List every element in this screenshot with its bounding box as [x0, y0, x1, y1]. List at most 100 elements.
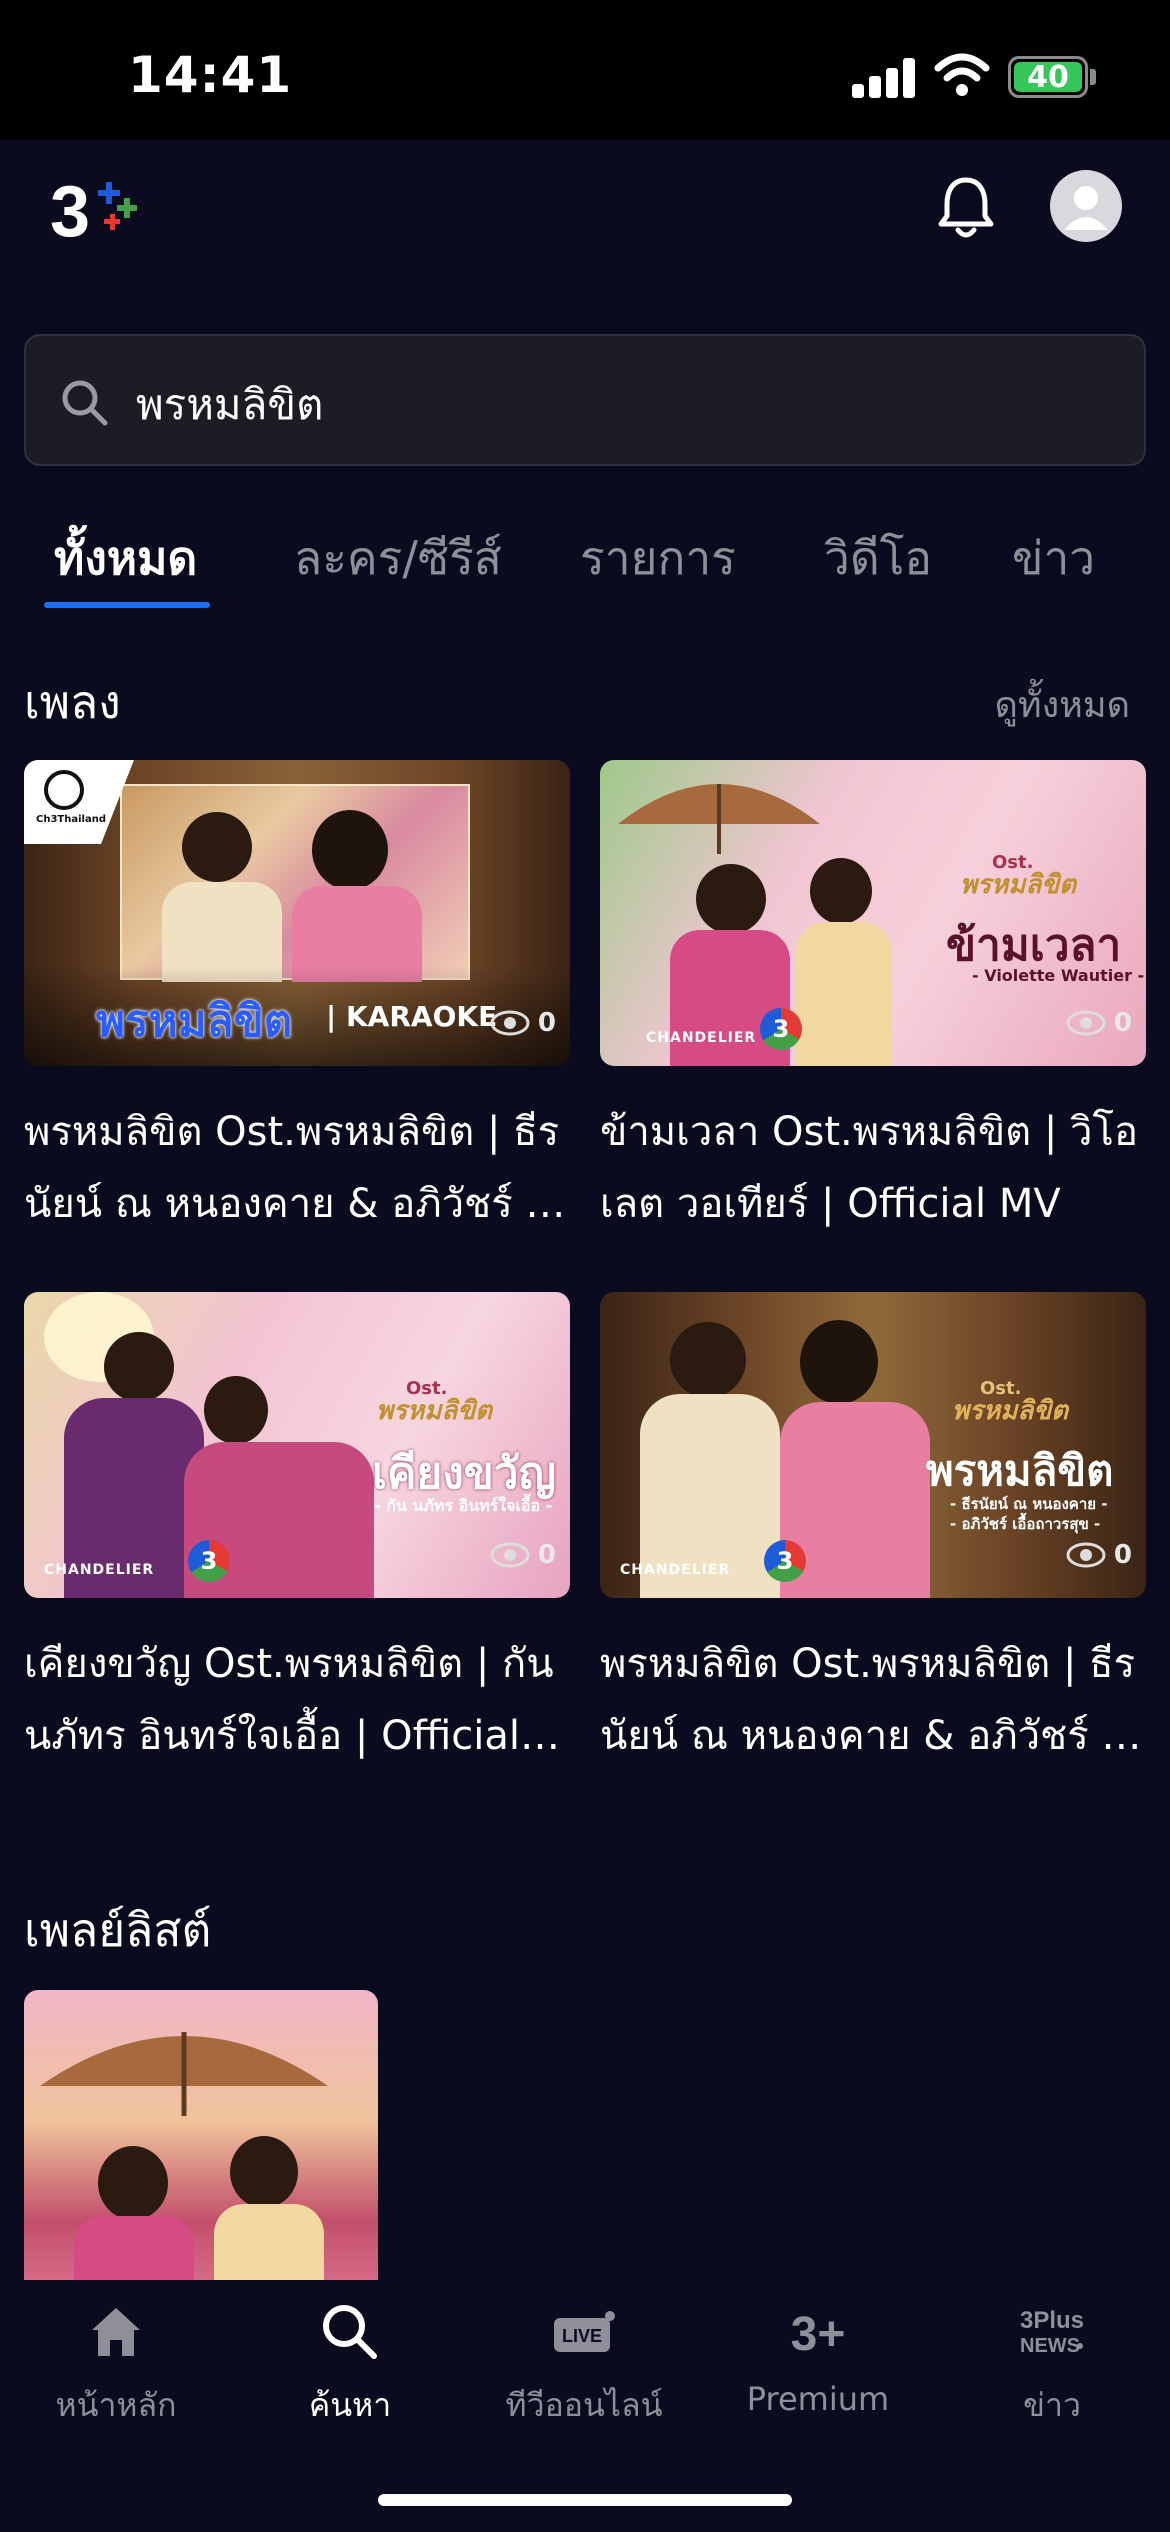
thumbnail-figure [182, 812, 252, 882]
thumbnail-figure [810, 858, 872, 924]
song-card[interactable]: Ost. พรหมลิขิต พรหมลิขิต - ธีรนัยน์ ณ หน… [600, 1292, 1146, 1772]
premium-badge-text: 3+ [791, 2308, 846, 2361]
song-title[interactable]: ข้ามเวลา Ost.พรหมลิขิต | วิโอ เลต วอเทีย… [600, 1096, 1146, 1240]
thumbnail-figure [230, 2136, 298, 2208]
nav-live-tv-label: ทีวีออนไลน์ [505, 2386, 663, 2424]
chandelier-label: CHANDELIER [620, 1562, 731, 1578]
premium-icon: 3+ [791, 2308, 846, 2361]
thumbnail-drama-logo: พรหมลิขิต [952, 1396, 1068, 1426]
see-all-link[interactable]: ดูทั้งหมด [994, 676, 1130, 733]
nav-live-tv[interactable]: LIVE ทีวีออนไลน์ [484, 2300, 684, 2431]
nav-news-label: ข่าว [1023, 2386, 1081, 2424]
view-count-value: 0 [537, 1540, 556, 1570]
song-title[interactable]: เคียงขวัญ Ost.พรหมลิขิต | กัน นภัทร อินท… [24, 1628, 570, 1772]
search-filter-tabs: ทั้งหมด ละคร/ซีรีส์ รายการ วิดีโอ ข่าว [0, 508, 1170, 612]
search-input[interactable]: พรหมลิขิต [136, 372, 1096, 438]
song-thumbnail[interactable]: Ost. พรหมลิขิต เคียงขวัญ - กัน นภัทร อิน… [24, 1292, 570, 1598]
thumbnail-drama-logo: พรหมลิขิต [376, 1396, 492, 1426]
thumbnail-tag: | KARAOKE [326, 1000, 498, 1033]
song-title-line: พรหมลิขิต Ost.พรหมลิขิต | ธีร [600, 1641, 1136, 1687]
view-count: 0 [490, 1540, 556, 1570]
umbrella-icon [618, 784, 820, 854]
nav-premium-label: Premium [746, 2380, 890, 2418]
avatar-icon [1064, 186, 1108, 230]
status-bar: 14:41 40 [0, 0, 1170, 140]
ch3thailand-label: Ch3Thailand [36, 814, 106, 825]
ch3thailand-corner: Ch3Thailand [24, 760, 134, 844]
umbrella-icon [40, 2032, 328, 2116]
search-icon [323, 2305, 377, 2359]
song-title-line: นัยน์ ณ หนองคาย & อภิวัชร์ เอื้... [600, 1713, 1146, 1759]
song-title[interactable]: พรหมลิขิต Ost.พรหมลิขิต | ธีร นัยน์ ณ หน… [600, 1628, 1146, 1772]
song-thumbnail[interactable]: Ost. พรหมลิขิต ข้ามเวลา - Violette Wauti… [600, 760, 1146, 1066]
eye-icon [490, 1542, 530, 1568]
tab-videos[interactable]: วิดีโอ [824, 522, 932, 595]
thumbnail-figure [796, 922, 892, 1066]
thumbnail-figure [214, 2204, 324, 2280]
thumbnail-figure [312, 810, 388, 890]
thumbnail-figure [74, 2216, 194, 2280]
app-logo[interactable]: 3 [48, 170, 148, 250]
nav-search-label: ค้นหา [308, 2386, 392, 2424]
tab-all[interactable]: ทั้งหมด [54, 522, 197, 595]
thumbnail-title: พรหมลิขิต [96, 996, 293, 1047]
nav-home[interactable]: หน้าหลัก [16, 2300, 216, 2431]
song-title-line: เลต วอเทียร์ | Official MV [600, 1181, 1061, 1227]
thumbnail-figure [204, 1376, 268, 1444]
thumbnail-art [120, 784, 470, 982]
search-box[interactable]: พรหมลิขิต [24, 334, 1146, 466]
battery-level: 40 [1027, 59, 1069, 95]
home-icon [92, 2308, 140, 2356]
news-badge-line2: NEWS [1020, 2335, 1080, 2357]
ch3-badge-icon: 3 [188, 1540, 230, 1582]
thumbnail-subtitle: - Violette Wautier - [972, 966, 1145, 985]
nav-premium[interactable]: 3+ Premium [718, 2300, 918, 2418]
thumbnail-figure [98, 2146, 168, 2220]
ch3thailand-logo-icon [44, 770, 84, 810]
song-card[interactable]: Ost. พรหมลิขิต ข้ามเวลา - Violette Wauti… [600, 760, 1146, 1240]
bell-icon[interactable] [934, 172, 998, 244]
view-count: 0 [1066, 1540, 1132, 1570]
songs-section-title: เพลง [24, 675, 121, 729]
view-count-value: 0 [537, 1008, 556, 1038]
song-title-line: พรหมลิขิต Ost.พรหมลิขิต | ธีร [24, 1109, 560, 1155]
song-thumbnail[interactable]: Ch3Thailand พรหมลิขิต | KARAOKE 0 [24, 760, 570, 1066]
active-tab-indicator [44, 602, 210, 608]
thumbnail-figure [104, 1332, 174, 1402]
tab-news[interactable]: ข่าว [1012, 522, 1095, 595]
thumbnail-figure [696, 864, 766, 934]
news-badge-line1: 3Plus [1020, 2307, 1084, 2334]
song-title-line: นัยน์ ณ หนองคาย & อภิวัชร์ เอื้... [24, 1181, 570, 1227]
song-title-line: นภัทร อินทร์ใจเอื้อ | Official MV [24, 1713, 570, 1759]
avatar[interactable] [1050, 170, 1122, 242]
song-card[interactable]: Ch3Thailand พรหมลิขิต | KARAOKE 0 พรหมลิ… [24, 760, 570, 1240]
view-count-value: 0 [1113, 1008, 1132, 1038]
battery-cap [1090, 69, 1096, 85]
svg-text:3: 3 [50, 172, 90, 250]
song-card[interactable]: Ost. พรหมลิขิต เคียงขวัญ - กัน นภัทร อิน… [24, 1292, 570, 1772]
nav-search[interactable]: ค้นหา [250, 2300, 450, 2431]
thumbnail-drama-logo: พรหมลิขิต [960, 870, 1076, 900]
song-title-line: เคียงขวัญ Ost.พรหมลิขิต | กัน [24, 1641, 554, 1687]
ch3-badge-icon: 3 [760, 1008, 802, 1050]
nav-home-label: หน้าหลัก [55, 2386, 177, 2424]
tab-drama-series[interactable]: ละคร/ซีรีส์ [294, 522, 502, 595]
news-icon: 3Plus NEWS [1020, 2307, 1084, 2357]
ch3-badge-icon: 3 [764, 1540, 806, 1582]
live-badge-text: LIVE [562, 2326, 602, 2346]
playlist-thumbnail[interactable] [24, 1990, 378, 2280]
nav-news[interactable]: 3Plus NEWS ข่าว [952, 2300, 1152, 2431]
song-thumbnail[interactable]: Ost. พรหมลิขิต พรหมลิขิต - ธีรนัยน์ ณ หน… [600, 1292, 1146, 1598]
home-indicator[interactable] [378, 2494, 792, 2506]
song-title-line: ข้ามเวลา Ost.พรหมลิขิต | วิโอ [600, 1109, 1139, 1155]
view-count: 0 [490, 1008, 556, 1038]
live-tv-icon: LIVE [554, 2311, 615, 2352]
view-count: 0 [1066, 1008, 1132, 1038]
thumbnail-figure [800, 1320, 878, 1404]
battery-icon: 40 [1008, 56, 1088, 98]
song-title[interactable]: พรหมลิขิต Ost.พรหมลิขิต | ธีร นัยน์ ณ หน… [24, 1096, 570, 1240]
tab-programs[interactable]: รายการ [580, 522, 736, 595]
thumbnail-figure [670, 1322, 746, 1398]
app-header: 3 [0, 140, 1170, 320]
view-count-value: 0 [1113, 1540, 1132, 1570]
